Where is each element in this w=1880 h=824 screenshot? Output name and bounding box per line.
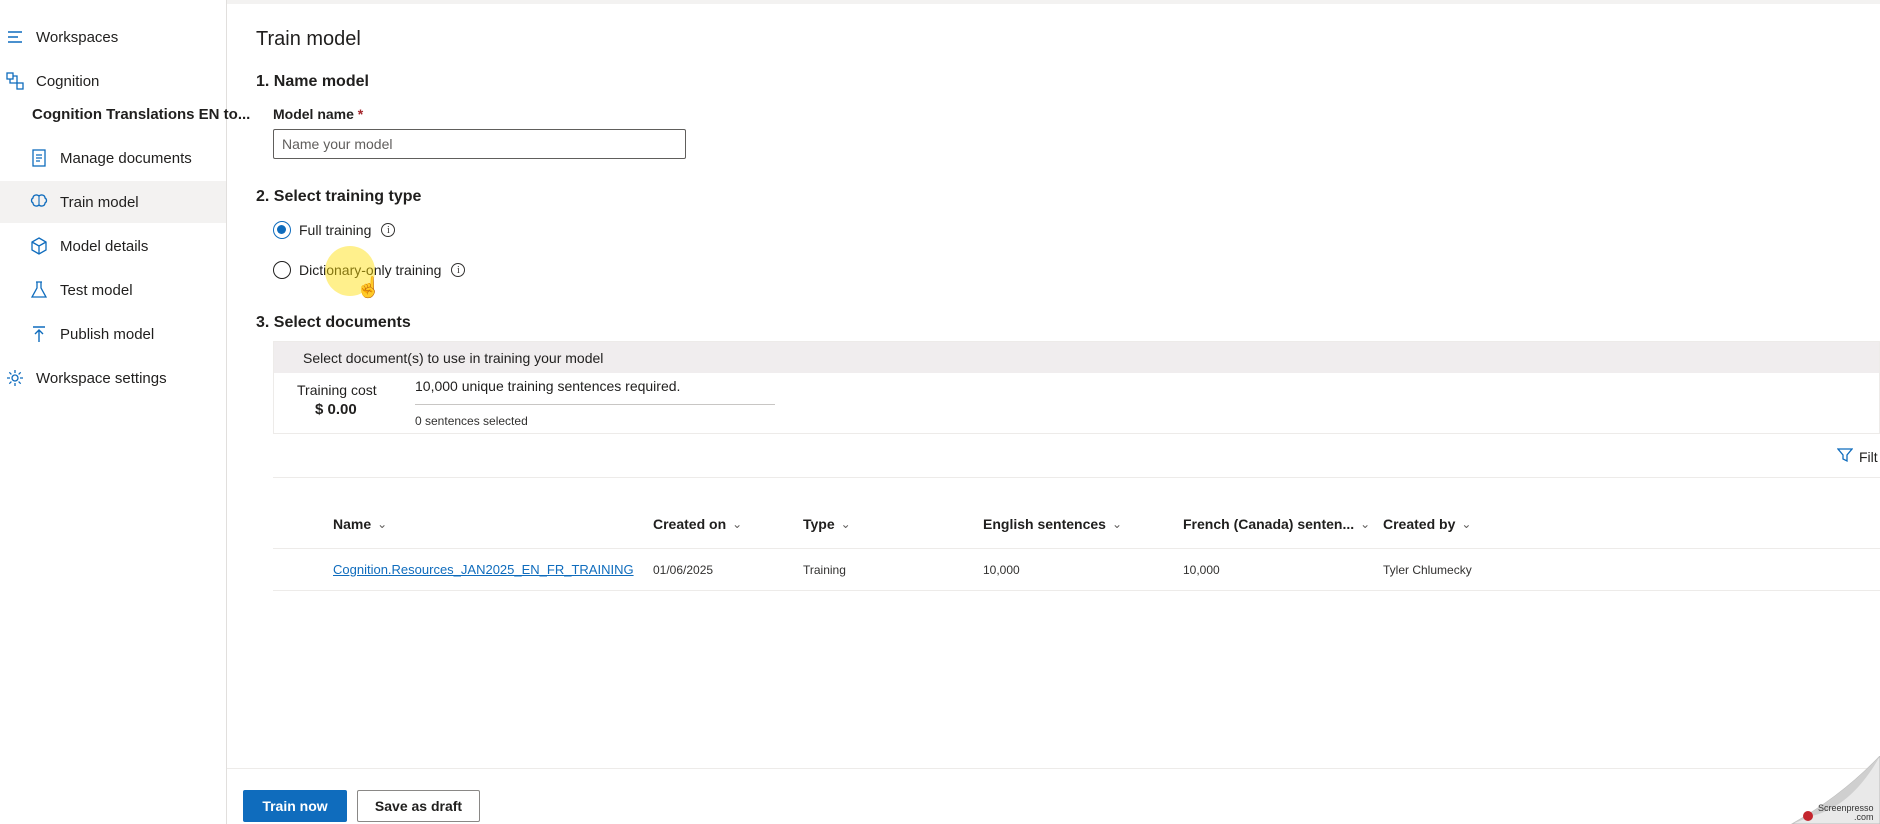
- section-training-type: 2. Select training type: [256, 188, 422, 205]
- sidebar: Workspaces Cognition Cognition Translati…: [0, 0, 250, 824]
- filter-label: Filt: [1859, 448, 1878, 465]
- document-name-link[interactable]: Cognition.Resources_JAN2025_EN_FR_TRAINI…: [333, 562, 634, 577]
- chevron-down-icon: ⌄: [1461, 517, 1472, 531]
- column-header-created-on[interactable]: Created on ⌄: [653, 516, 742, 532]
- filter-button[interactable]: Filt: [1836, 447, 1878, 466]
- model-name-label-text: Model name: [273, 106, 354, 122]
- sidebar-item-workspaces[interactable]: Workspaces: [0, 16, 226, 58]
- cell-type: Training: [803, 563, 846, 577]
- chevron-down-icon: ⌄: [840, 517, 851, 531]
- column-header-french-sentences[interactable]: French (Canada) senten... ⌄: [1183, 516, 1370, 532]
- column-label: Name: [333, 516, 372, 532]
- cell-created-on: 01/06/2025: [653, 563, 714, 577]
- page-title: Train model: [256, 28, 361, 50]
- cognition-icon: [6, 72, 24, 90]
- watermark-line: .com: [1854, 812, 1874, 822]
- sidebar-item-model-details[interactable]: Model details: [0, 225, 226, 267]
- column-header-type[interactable]: Type ⌄: [803, 516, 851, 532]
- column-label: French (Canada) senten...: [1183, 516, 1355, 532]
- sidebar-item-label: Manage documents: [60, 149, 192, 167]
- document-selection-panel: Select document(s) to use in training yo…: [273, 341, 1880, 434]
- section-select-documents: 3. Select documents: [256, 314, 411, 331]
- sidebar-item-publish-model[interactable]: Publish model: [0, 313, 226, 355]
- divider: [273, 548, 1880, 549]
- column-label: Created by: [1383, 516, 1456, 532]
- column-header-created-by[interactable]: Created by ⌄: [1383, 516, 1471, 532]
- progress-bar: [415, 404, 775, 405]
- sidebar-item-manage-documents[interactable]: Manage documents: [0, 137, 226, 179]
- beaker-icon: [30, 281, 48, 299]
- training-cost-label: Training cost: [297, 382, 377, 398]
- sidebar-item-label: Workspaces: [36, 28, 119, 46]
- train-now-button[interactable]: Train now: [243, 790, 347, 822]
- hand-cursor-icon: ☝: [356, 277, 381, 299]
- sidebar-item-cognition[interactable]: Cognition: [0, 60, 226, 102]
- save-as-draft-button[interactable]: Save as draft: [357, 790, 480, 822]
- sidebar-item-label: Cognition: [36, 72, 100, 90]
- info-icon[interactable]: i: [451, 263, 466, 277]
- document-icon: [30, 149, 48, 167]
- project-name: Cognition Translations EN to...: [32, 106, 251, 123]
- radio-label: Full training: [299, 222, 372, 238]
- main-content: Train model 1. Name model Model name * 2…: [227, 0, 1880, 824]
- chevron-down-icon: ⌄: [377, 517, 388, 531]
- gear-icon: [6, 369, 24, 387]
- model-name-input[interactable]: [273, 129, 686, 159]
- cell-created-by: Tyler Chlumecky: [1383, 563, 1472, 577]
- sidebar-item-label: Test model: [60, 281, 133, 299]
- sidebar-item-label: Publish model: [60, 325, 155, 343]
- chevron-down-icon: ⌄: [732, 517, 743, 531]
- sidebar-item-label: Model details: [60, 237, 149, 255]
- divider: [273, 477, 1880, 478]
- sidebar-item-label: Workspace settings: [36, 369, 167, 387]
- hamburger-icon: [6, 28, 24, 46]
- column-header-name[interactable]: Name ⌄: [333, 516, 387, 532]
- watermark-text: Screenpresso .com: [1818, 804, 1874, 822]
- required-asterisk: *: [357, 106, 364, 122]
- radio-full-training[interactable]: Full training i: [273, 218, 396, 242]
- cube-icon: [30, 237, 48, 255]
- training-cost-value: $ 0.00: [315, 401, 357, 418]
- model-name-label: Model name *: [273, 106, 363, 122]
- sidebar-item-workspace-settings[interactable]: Workspace settings: [0, 357, 226, 399]
- sentences-selected: 0 sentences selected: [415, 414, 528, 428]
- panel-header: Select document(s) to use in training yo…: [274, 342, 1879, 373]
- cell-english-sentences: 10,000: [983, 563, 1020, 577]
- info-icon[interactable]: i: [381, 223, 396, 237]
- publish-icon: [30, 325, 48, 343]
- sidebar-item-test-model[interactable]: Test model: [0, 269, 226, 311]
- divider: [273, 590, 1880, 591]
- column-header-english-sentences[interactable]: English sentences ⌄: [983, 516, 1122, 532]
- radio-button[interactable]: [273, 261, 291, 279]
- chevron-down-icon: ⌄: [1360, 517, 1371, 531]
- brain-icon: [30, 193, 48, 211]
- sidebar-item-train-model[interactable]: Train model: [0, 181, 226, 223]
- column-label: Type: [803, 516, 835, 532]
- cell-french-sentences: 10,000: [1183, 563, 1220, 577]
- sidebar-item-label: Train model: [60, 193, 139, 211]
- chevron-down-icon: ⌄: [1111, 517, 1122, 531]
- filter-icon: [1836, 447, 1854, 466]
- column-label: English sentences: [983, 516, 1106, 532]
- radio-button-checked[interactable]: [273, 221, 291, 239]
- footer-divider: [227, 768, 1880, 769]
- section-name-model: 1. Name model: [256, 73, 369, 90]
- column-label: Created on: [653, 516, 727, 532]
- sentence-requirement: 10,000 unique training sentences require…: [415, 378, 681, 394]
